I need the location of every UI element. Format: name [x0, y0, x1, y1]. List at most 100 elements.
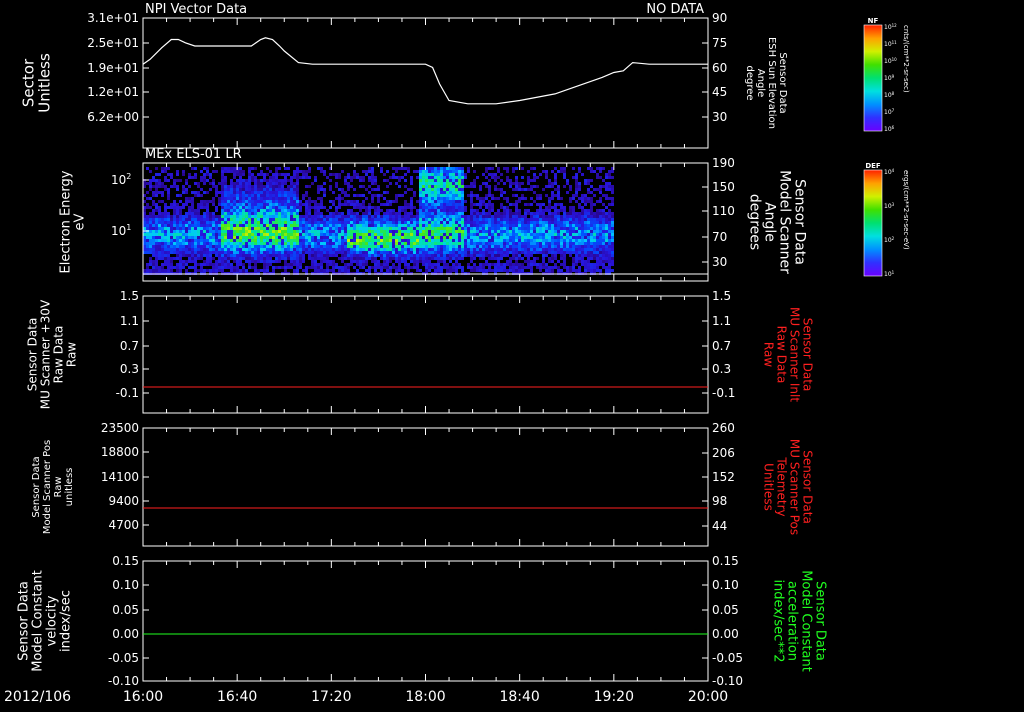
- spec-cell: [500, 263, 503, 266]
- spec-cell: [602, 245, 605, 248]
- spec-cell: [296, 191, 299, 194]
- spec-cell: [515, 200, 518, 203]
- spec-cell: [374, 245, 377, 248]
- spec-cell: [611, 236, 614, 239]
- spec-cell: [266, 230, 269, 233]
- spec-cell: [521, 242, 524, 245]
- spec-cell: [404, 224, 407, 227]
- spec-cell: [257, 215, 260, 218]
- spec-cell: [401, 245, 404, 248]
- spec-cell: [401, 242, 404, 245]
- spec-cell: [566, 218, 569, 221]
- spec-cell: [593, 233, 596, 236]
- spec-cell: [278, 179, 281, 182]
- spec-cell: [398, 230, 401, 233]
- spec-cell: [455, 167, 458, 170]
- spec-cell: [368, 176, 371, 179]
- spec-cell: [386, 185, 389, 188]
- right-tick-label: 0.00: [712, 627, 739, 641]
- spec-cell: [221, 185, 224, 188]
- spec-cell: [557, 203, 560, 206]
- spec-cell: [380, 215, 383, 218]
- spec-cell: [449, 176, 452, 179]
- spec-cell: [332, 269, 335, 272]
- spec-cell: [350, 248, 353, 251]
- spec-cell: [443, 203, 446, 206]
- spec-cell: [182, 221, 185, 224]
- spec-cell: [233, 212, 236, 215]
- spec-cell: [233, 233, 236, 236]
- spec-cell: [242, 227, 245, 230]
- spec-cell: [215, 227, 218, 230]
- spec-cell: [500, 218, 503, 221]
- left-tick-label: 1.5: [120, 289, 139, 303]
- spec-cell: [455, 251, 458, 254]
- spec-cell: [290, 251, 293, 254]
- spec-cell: [389, 251, 392, 254]
- spec-cell: [353, 239, 356, 242]
- spec-cell: [599, 221, 602, 224]
- spec-cell: [458, 182, 461, 185]
- spec-cell: [254, 176, 257, 179]
- spec-cell: [395, 260, 398, 263]
- right-axis-label-model-line: acceleration: [784, 581, 799, 661]
- right-tick-label: 30: [712, 110, 727, 124]
- spec-cell: [608, 269, 611, 272]
- spec-cell: [236, 245, 239, 248]
- spec-cell: [566, 191, 569, 194]
- spec-cell: [407, 251, 410, 254]
- spec-cell: [590, 242, 593, 245]
- spec-cell: [497, 176, 500, 179]
- spec-cell: [545, 266, 548, 269]
- spec-cell: [596, 176, 599, 179]
- spec-cell: [326, 227, 329, 230]
- spec-cell: [545, 230, 548, 233]
- spec-cell: [158, 206, 161, 209]
- spec-cell: [248, 248, 251, 251]
- spec-cell: [542, 233, 545, 236]
- spec-cell: [158, 233, 161, 236]
- spec-cell: [545, 224, 548, 227]
- spec-cell: [407, 212, 410, 215]
- spec-cell: [467, 170, 470, 173]
- spec-cell: [470, 245, 473, 248]
- spec-cell: [449, 215, 452, 218]
- spec-cell: [470, 251, 473, 254]
- spec-cell: [410, 203, 413, 206]
- spec-cell: [257, 245, 260, 248]
- spec-cell: [518, 233, 521, 236]
- spec-cell: [281, 230, 284, 233]
- spec-cell: [284, 227, 287, 230]
- spec-cell: [527, 224, 530, 227]
- spec-cell: [467, 227, 470, 230]
- spec-cell: [320, 251, 323, 254]
- spec-cell: [518, 185, 521, 188]
- spec-cell: [194, 221, 197, 224]
- spec-cell: [335, 236, 338, 239]
- spec-cell: [449, 239, 452, 242]
- spec-cell: [329, 269, 332, 272]
- right-tick-label: 0.10: [712, 578, 739, 592]
- spec-cell: [224, 236, 227, 239]
- spec-cell: [536, 218, 539, 221]
- spec-cell: [533, 236, 536, 239]
- spec-cell: [536, 185, 539, 188]
- spec-cell: [467, 236, 470, 239]
- spec-cell: [485, 218, 488, 221]
- spec-cell: [254, 245, 257, 248]
- spec-cell: [443, 185, 446, 188]
- spec-cell: [197, 254, 200, 257]
- spec-cell: [359, 179, 362, 182]
- spec-cell: [482, 269, 485, 272]
- spec-cell: [326, 209, 329, 212]
- spec-cell: [290, 227, 293, 230]
- spec-cell: [236, 218, 239, 221]
- spec-cell: [329, 236, 332, 239]
- spec-cell: [215, 230, 218, 233]
- spec-cell: [542, 188, 545, 191]
- spec-cell: [224, 182, 227, 185]
- spec-cell: [581, 209, 584, 212]
- spec-cell: [548, 257, 551, 260]
- spec-cell: [260, 200, 263, 203]
- spec-cell: [389, 221, 392, 224]
